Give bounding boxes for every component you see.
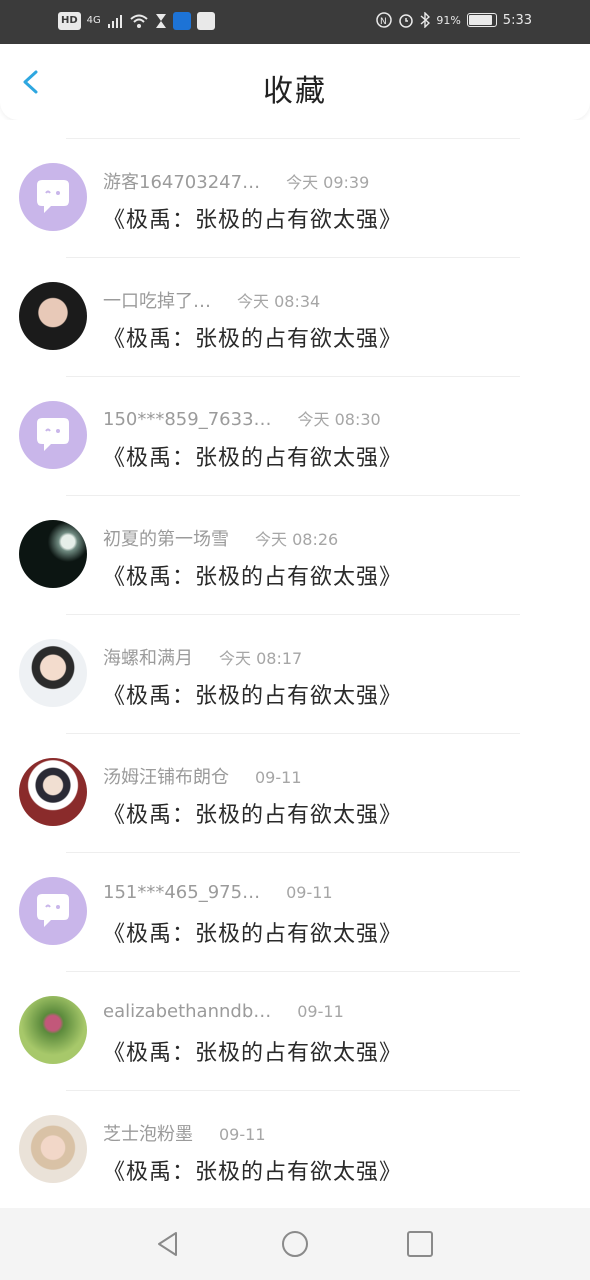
username: 初夏的第一场雪 — [103, 529, 229, 550]
chat-bubble-icon — [37, 418, 69, 451]
status-right: N 91% 5:33 — [376, 12, 532, 28]
timestamp: 今天 08:26 — [255, 530, 339, 549]
item-header: 游客164703247… 今天 09:39 — [103, 168, 369, 194]
page-title: 收藏 — [263, 74, 327, 109]
divider — [66, 376, 520, 377]
divider — [66, 138, 520, 139]
signal-icon — [107, 15, 122, 28]
default-avatar-icon[interactable] — [19, 163, 87, 231]
item-header: 150***859_7633… 今天 08:30 — [103, 406, 381, 430]
hd-badge: HD — [58, 12, 81, 30]
item-header: 151***465_975… 09-11 — [103, 882, 333, 903]
timestamp: 今天 09:39 — [286, 173, 370, 192]
status-bar: HD 4G N 91% 5:33 — [0, 0, 590, 44]
list-item[interactable]: 汤姆汪铺布朗仓 09-11 《极禹：张极的占有欲太强》 — [0, 735, 590, 853]
item-header: 汤姆汪铺布朗仓 09-11 — [103, 763, 302, 789]
divider — [66, 733, 520, 734]
circle-home-icon[interactable] — [281, 1230, 309, 1258]
list-item[interactable]: ealizabethanndb… 09-11 《极禹：张极的占有欲太强》 — [0, 973, 590, 1091]
divider — [66, 257, 520, 258]
bluetooth-icon — [420, 12, 431, 28]
favorite-title[interactable]: 《极禹：张极的占有欲太强》 — [103, 1035, 402, 1067]
username: ealizabethanndb… — [103, 1001, 272, 1022]
svg-text:N: N — [380, 17, 387, 27]
clock: 5:33 — [502, 12, 532, 28]
item-header: ealizabethanndb… 09-11 — [103, 1001, 344, 1022]
triangle-back-icon[interactable] — [154, 1230, 182, 1258]
divider — [66, 614, 520, 615]
timestamp: 09-11 — [255, 768, 302, 787]
divider — [66, 971, 520, 972]
nfc-icon: N — [376, 12, 393, 28]
hourglass-icon — [155, 14, 166, 28]
status-left: HD 4G — [58, 12, 215, 30]
timestamp: 09-11 — [219, 1125, 266, 1144]
list-item[interactable]: 芝士泡粉墨 09-11 《极禹：张极的占有欲太强》 — [0, 1092, 590, 1210]
list-item[interactable]: 游客164703247… 今天 09:39 《极禹：张极的占有欲太强》 — [0, 140, 590, 258]
chat-bubble-icon — [37, 180, 69, 213]
browser-app-icon — [196, 12, 215, 30]
battery-icon — [466, 13, 497, 27]
list-item[interactable]: 海螺和满月 今天 08:17 《极禹：张极的占有欲太强》 — [0, 616, 590, 734]
avatar[interactable] — [19, 1115, 87, 1183]
network-label: 4G — [86, 15, 101, 26]
timestamp: 09-11 — [297, 1002, 344, 1021]
list-item[interactable]: 151***465_975… 09-11 《极禹：张极的占有欲太强》 — [0, 854, 590, 972]
username: 汤姆汪铺布朗仓 — [103, 767, 229, 788]
favorite-title[interactable]: 《极禹：张极的占有欲太强》 — [103, 321, 402, 353]
item-header: 海螺和满月 今天 08:17 — [103, 644, 302, 670]
default-avatar-icon[interactable] — [19, 877, 87, 945]
battery-percent: 91% — [436, 13, 461, 27]
timestamp: 今天 08:30 — [297, 410, 381, 429]
favorite-title[interactable]: 《极禹：张极的占有欲太强》 — [103, 678, 402, 710]
chat-bubble-icon — [37, 894, 69, 927]
favorite-title[interactable]: 《极禹：张极的占有欲太强》 — [103, 440, 402, 472]
username: 151***465_975… — [103, 882, 261, 903]
default-avatar-icon[interactable] — [19, 401, 87, 469]
avatar[interactable] — [19, 758, 87, 826]
favorite-title[interactable]: 《极禹：张极的占有欲太强》 — [103, 1154, 402, 1186]
timestamp: 今天 08:34 — [237, 292, 321, 311]
square-recents-icon[interactable] — [406, 1230, 434, 1258]
username: 芝士泡粉墨 — [103, 1124, 193, 1145]
timestamp: 今天 08:17 — [219, 649, 303, 668]
timestamp: 09-11 — [286, 883, 333, 902]
favorite-title[interactable]: 《极禹：张极的占有欲太强》 — [103, 559, 402, 591]
list-item[interactable]: 150***859_7633… 今天 08:30 《极禹：张极的占有欲太强》 — [0, 378, 590, 496]
avatar[interactable] — [19, 282, 87, 350]
item-header: 芝士泡粉墨 09-11 — [103, 1120, 266, 1146]
favorites-list: 游客164703247… 今天 09:39 《极禹：张极的占有欲太强》 一口吃掉了… 今… — [0, 120, 590, 1208]
system-nav-bar — [0, 1208, 590, 1280]
item-header: 初夏的第一场雪 今天 08:26 — [103, 525, 338, 551]
list-item[interactable]: 初夏的第一场雪 今天 08:26 《极禹：张极的占有欲太强》 — [0, 497, 590, 615]
list-item[interactable]: 一口吃掉了… 今天 08:34 《极禹：张极的占有欲太强》 — [0, 259, 590, 377]
avatar[interactable] — [19, 996, 87, 1064]
username: 游客164703247… — [103, 172, 261, 193]
divider — [66, 495, 520, 496]
avatar[interactable] — [19, 520, 87, 588]
username: 一口吃掉了… — [103, 291, 211, 312]
header: 收藏 — [0, 44, 590, 120]
username: 150***859_7633… — [103, 409, 272, 430]
shield-app-icon — [172, 12, 191, 30]
username: 海螺和满月 — [103, 648, 193, 669]
favorite-title[interactable]: 《极禹：张极的占有欲太强》 — [103, 797, 402, 829]
wifi-icon — [130, 14, 148, 28]
alarm-icon — [399, 14, 414, 28]
avatar[interactable] — [19, 639, 87, 707]
item-header: 一口吃掉了… 今天 08:34 — [103, 287, 320, 313]
divider — [66, 852, 520, 853]
favorite-title[interactable]: 《极禹：张极的占有欲太强》 — [103, 916, 402, 948]
divider — [66, 1090, 520, 1091]
favorite-title[interactable]: 《极禹：张极的占有欲太强》 — [103, 202, 402, 234]
